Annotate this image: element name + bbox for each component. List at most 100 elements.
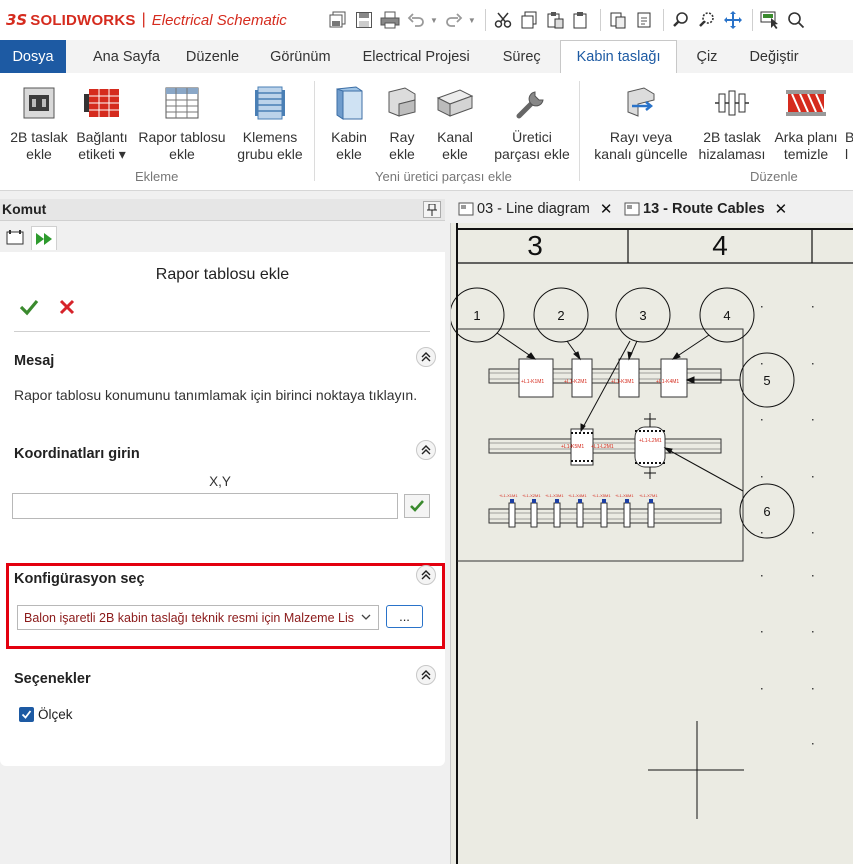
tab-electrical-project[interactable]: Electrical Projesi: [349, 40, 484, 73]
coordinates-input[interactable]: [12, 493, 398, 519]
connection-label-button[interactable]: Bağlantı etiketi ▾: [72, 83, 132, 163]
section-title-message: Mesaj: [14, 353, 55, 369]
tab-modify[interactable]: Değiştir: [736, 40, 811, 73]
select-icon[interactable]: [758, 8, 782, 32]
save-icon[interactable]: [352, 8, 376, 32]
panel-title: Rapor tablosu ekle: [155, 266, 290, 283]
part-label: +L1-X4M1: [568, 493, 587, 498]
part-label: +L1-X6M1: [615, 493, 634, 498]
paste-page-icon[interactable]: [632, 8, 656, 32]
tab-file[interactable]: Dosya: [0, 40, 66, 73]
add-report-table-button[interactable]: Rapor tablosu ekle: [133, 83, 231, 163]
rail-icon: [382, 83, 422, 123]
doc-tab-route-cables[interactable]: 13 - Route Cables ✕: [624, 197, 787, 221]
document-tabs: 03 - Line diagram ✕ 13 - Route Cables ✕: [450, 195, 853, 223]
zoom-window-icon[interactable]: [695, 8, 719, 32]
command-panel-title: Komut: [2, 201, 47, 217]
collapse-chevron-icon[interactable]: [416, 440, 436, 460]
ok-checkmark-icon[interactable]: [18, 296, 40, 318]
logo-brand: SOLIDWORKS: [30, 11, 136, 29]
quick-access-toolbar: ▼ ▼: [326, 8, 810, 32]
add-duct-button[interactable]: Kanal ekle: [432, 83, 478, 163]
close-icon[interactable]: ✕: [600, 200, 613, 218]
add-manufacturer-part-button[interactable]: Üretici parçası ekle: [490, 83, 574, 163]
button-label: Arka planı: [774, 129, 838, 145]
add-cabinet-button[interactable]: Kabin ekle: [326, 83, 372, 163]
part-label: +L1-X1M1: [499, 493, 518, 498]
pan-icon[interactable]: [721, 8, 745, 32]
command-panel-header: Komut: [0, 199, 445, 221]
button-label: parçası ekle: [494, 146, 570, 162]
tab-edit[interactable]: Düzenle: [173, 40, 252, 73]
title-bar: 3S SOLIDWORKS | Electrical Schematic ▼ ▼: [0, 0, 853, 40]
command-panel-toolbar: [0, 222, 445, 252]
balloon-number: 5: [763, 373, 770, 388]
section-title-coordinates: Koordinatları girin: [14, 446, 140, 462]
add-rail-button[interactable]: Ray ekle: [382, 83, 422, 163]
button-label: l: [845, 146, 849, 162]
copy-page-icon[interactable]: [606, 8, 630, 32]
part-label: +L1-K1M1: [521, 379, 544, 385]
app-logo: 3S SOLIDWORKS | Electrical Schematic: [6, 11, 287, 29]
align-footprint-icon: [712, 83, 752, 123]
ribbon-tabs: Dosya Ana Sayfa Düzenle Görünüm Electric…: [0, 40, 853, 73]
collapse-chevron-icon[interactable]: [416, 347, 436, 367]
tab-draw[interactable]: Çiz: [677, 40, 736, 73]
redo-dropdown-icon[interactable]: ▼: [468, 16, 476, 25]
command-panel: Rapor tablosu ekle Mesaj Rapor tablosu k…: [0, 252, 445, 766]
add-terminal-strip-button[interactable]: Klemens grubu ekle: [233, 83, 307, 163]
print-icon[interactable]: [378, 8, 402, 32]
scale-checkbox[interactable]: [19, 707, 34, 722]
collapse-chevron-icon[interactable]: [416, 565, 436, 585]
logo-separator: |: [141, 11, 146, 28]
property-icon[interactable]: [2, 226, 28, 250]
cancel-x-icon[interactable]: [56, 296, 78, 318]
tab-process[interactable]: Süreç: [484, 40, 560, 73]
tab-home[interactable]: Ana Sayfa: [66, 40, 173, 73]
collapse-chevron-icon[interactable]: [416, 665, 436, 685]
doc-tab-line-diagram[interactable]: 03 - Line diagram ✕: [458, 197, 612, 221]
configuration-browse-button[interactable]: ...: [386, 605, 423, 628]
drawing-icon: [458, 202, 474, 216]
button-label: Rapor tablosu: [138, 129, 226, 145]
coordinates-confirm-button[interactable]: [404, 494, 430, 518]
pin-icon[interactable]: [423, 201, 441, 218]
more-ribbon-button[interactable]: B l: [845, 83, 853, 163]
doc-tab-label: 13 - Route Cables: [643, 201, 765, 217]
button-label: B: [845, 129, 853, 145]
button-label: ekle: [442, 146, 468, 162]
more-icon: [845, 83, 853, 123]
drawing-canvas[interactable]: 3 4 +L1-K1M1 +L1-K2M1 +L1-K3M1 +L1-K4M1 …: [450, 223, 853, 864]
button-label: grubu ekle: [237, 146, 303, 162]
update-rail-button[interactable]: Rayı veya kanalı güncelle: [590, 83, 692, 163]
fast-forward-icon[interactable]: [31, 226, 57, 250]
balloon-number: 2: [557, 308, 564, 323]
align-footprint-button[interactable]: 2B taslak hizalaması: [695, 83, 769, 163]
undo-dropdown-icon[interactable]: ▼: [430, 16, 438, 25]
configuration-select[interactable]: Balon işaretli 2B kabin taslağı teknik r…: [17, 605, 379, 630]
doc-tab-label: 03 - Line diagram: [477, 201, 590, 217]
update-rail-icon: [621, 83, 661, 123]
tab-cabinet-layout[interactable]: Kabin taslağı: [559, 40, 678, 73]
search-icon[interactable]: [784, 8, 808, 32]
undo-icon[interactable]: [404, 8, 428, 32]
zoom-icon[interactable]: [669, 8, 693, 32]
cut-icon[interactable]: [491, 8, 515, 32]
section-title-configuration: Konfigürasyon seç: [14, 571, 145, 587]
report-table-icon: [162, 83, 202, 123]
add-2d-footprint-button[interactable]: 2B taslak ekle: [6, 83, 72, 163]
copy-icon[interactable]: [517, 8, 541, 32]
close-icon[interactable]: ✕: [775, 200, 788, 218]
part-label: +L1-L2M1: [639, 438, 662, 444]
save-all-icon[interactable]: [326, 8, 350, 32]
button-label: Rayı veya: [609, 129, 673, 145]
paste-special-icon[interactable]: [543, 8, 567, 32]
paste-icon[interactable]: [569, 8, 593, 32]
duct-icon: [435, 83, 475, 123]
tab-view[interactable]: Görünüm: [252, 40, 348, 73]
ribbon-panel: 2B taslak ekle Bağlantı etiketi ▾ Rapor …: [0, 73, 853, 191]
redo-icon[interactable]: [442, 8, 466, 32]
group-label-edit: Düzenle: [750, 169, 798, 184]
clean-background-button[interactable]: Arka planı temizle: [770, 83, 842, 163]
button-label: kanalı güncelle: [594, 146, 688, 162]
